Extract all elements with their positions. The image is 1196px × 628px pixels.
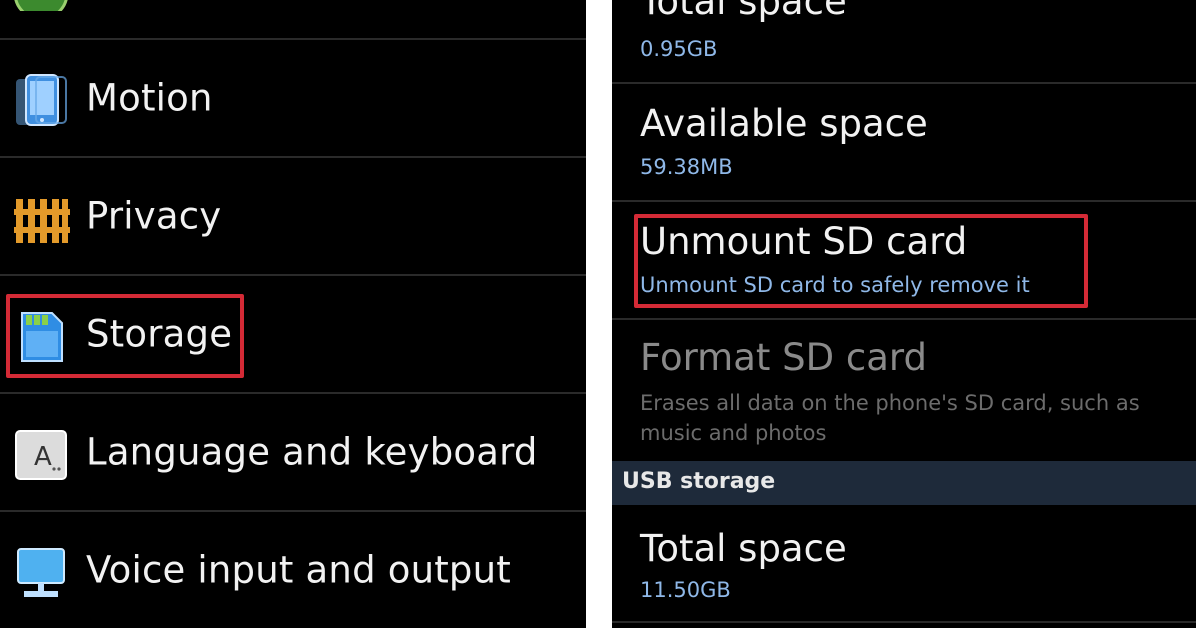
settings-item-language-keyboard[interactable]: A Language and keyboard: [0, 396, 586, 512]
motion-icon: [12, 71, 70, 129]
format-sd-card-subtitle: Erases all data on the phone's SD card, …: [640, 391, 1140, 445]
format-sd-card-title: Format SD card: [640, 336, 927, 379]
settings-item-label: Language and keyboard: [86, 430, 538, 474]
svg-text:A: A: [34, 442, 52, 472]
voice-io-icon: [12, 543, 70, 601]
usb-total-space-row: Total space 11.50GB: [612, 505, 1196, 623]
unmount-highlight-box: [634, 214, 1088, 308]
settings-item-label: Privacy: [86, 194, 222, 238]
sd-total-space-row: Total space 0.95GB: [612, 0, 1196, 84]
sd-available-space-title: Available space: [640, 102, 928, 145]
usb-total-space-title: Total space: [640, 527, 847, 570]
settings-item-privacy[interactable]: Privacy: [0, 160, 586, 276]
settings-item-label: Voice input and output: [86, 548, 511, 592]
format-sd-card-row[interactable]: Format SD card Erases all data on the ph…: [612, 320, 1196, 461]
settings-item-partial[interactable]: [0, 0, 586, 40]
usb-total-space-value: 11.50GB: [640, 578, 731, 602]
settings-item-motion[interactable]: Motion: [0, 42, 586, 158]
privacy-icon: [12, 189, 70, 247]
settings-item-voice-io[interactable]: Voice input and output: [0, 514, 586, 628]
green-circle-icon: [12, 0, 70, 21]
storage-settings-panel: Total space 0.95GB Available space 59.38…: [612, 0, 1196, 628]
sd-available-space-row: Available space 59.38MB: [612, 84, 1196, 202]
sd-total-space-title: Total space: [640, 0, 847, 23]
storage-highlight-box: [6, 294, 244, 378]
sd-total-space-value: 0.95GB: [640, 37, 718, 61]
sd-available-space-value: 59.38MB: [640, 155, 733, 179]
usb-storage-section-header: USB storage: [612, 461, 1196, 505]
settings-menu-panel: Motion Privacy Storage A Language and ke…: [0, 0, 586, 628]
keyboard-icon: A: [12, 425, 70, 483]
usb-storage-header-label: USB storage: [622, 469, 776, 494]
settings-item-label: Motion: [86, 76, 213, 120]
